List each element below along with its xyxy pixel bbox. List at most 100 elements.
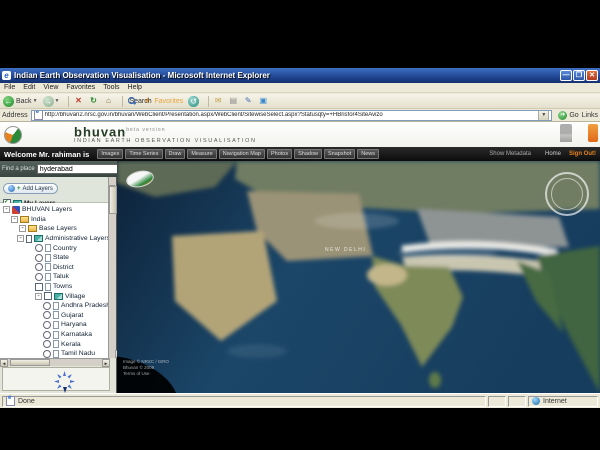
tree-item-tamil-nadu[interactable]: Tamil Nadu — [0, 349, 110, 358]
expander-icon[interactable]: - — [35, 293, 42, 300]
checkbox[interactable] — [26, 235, 32, 243]
nav-images[interactable]: Images — [97, 149, 123, 159]
radio-button[interactable] — [35, 254, 43, 262]
scroll-left-icon[interactable]: ◄ — [0, 359, 8, 367]
menu-edit[interactable]: Edit — [23, 84, 35, 91]
pan-arrow-icon[interactable] — [63, 371, 66, 376]
messenger-button[interactable]: ▣ — [258, 96, 268, 106]
radio-button[interactable] — [35, 263, 43, 271]
hscroll-thumb[interactable] — [10, 359, 50, 366]
pan-arrow-icon[interactable] — [67, 384, 73, 390]
tree-item-bhuvan-layers[interactable]: - BHUVAN Layers — [0, 205, 110, 215]
nav-snapshot[interactable]: Snapshot — [324, 149, 355, 159]
back-button[interactable]: ←Back▼ — [3, 96, 38, 107]
checkbox[interactable] — [35, 283, 43, 291]
stop-button[interactable]: ✕ — [73, 96, 83, 106]
map-viewport[interactable]: NEW DELHI Image © NRSC / ISROBhuvan © 20… — [117, 161, 600, 393]
pan-arrow-icon[interactable] — [56, 384, 62, 390]
home-link[interactable]: Home — [545, 151, 561, 157]
back-dropdown-icon[interactable]: ▼ — [33, 98, 38, 104]
tree-item-gujarat[interactable]: Gujarat — [0, 311, 110, 321]
maximize-button[interactable]: ❐ — [573, 70, 585, 81]
nav-draw[interactable]: Draw — [165, 149, 186, 159]
tree-vertical-scrollbar[interactable]: ▲ ▼ — [108, 177, 116, 358]
links-label[interactable]: Links — [582, 112, 598, 119]
expander-icon[interactable]: - — [11, 216, 18, 223]
address-url[interactable]: http://bhuvan2.nrsc.gov.in/bhuvan/WebCli… — [45, 112, 539, 118]
nav-time-series[interactable]: Time Series — [125, 149, 162, 159]
nav-shadow[interactable]: Shadow — [294, 149, 322, 159]
pan-compass[interactable] — [53, 369, 75, 391]
tree-item-andhra-pradesh[interactable]: Andhra Pradesh — [0, 301, 110, 311]
radio-button[interactable] — [43, 331, 51, 339]
tree-item-label: Base Layers — [39, 225, 77, 232]
expander-icon[interactable]: - — [19, 225, 26, 232]
checkbox[interactable] — [44, 292, 52, 300]
tree-item-karnataka[interactable]: Karnataka — [0, 330, 110, 340]
back-label: Back — [16, 98, 32, 105]
bhuvan-wordmark: bhuvanbeta version INDIAN EARTH OBSERVAT… — [74, 125, 257, 143]
pan-arrow-icon[interactable] — [54, 380, 59, 383]
address-dropdown-icon[interactable]: ▼ — [538, 110, 549, 121]
pan-arrow-icon[interactable] — [70, 380, 75, 383]
tree-item-district[interactable]: District — [0, 263, 110, 273]
search-button[interactable]: Search — [127, 96, 137, 106]
pan-arrow-icon[interactable] — [67, 373, 73, 379]
radio-button[interactable] — [35, 244, 43, 252]
tree-item-village[interactable]: -Village — [0, 291, 110, 301]
scroll-right-icon[interactable]: ► — [102, 359, 110, 367]
india-emblem-icon — [560, 124, 572, 142]
forward-button[interactable]: →▼ — [43, 96, 60, 107]
radio-button[interactable] — [43, 311, 51, 319]
menu-tools[interactable]: Tools — [103, 84, 119, 91]
tree-item-kerala[interactable]: Kerala — [0, 339, 110, 349]
home-button[interactable]: ⌂ — [103, 96, 113, 106]
radio-button[interactable] — [35, 273, 43, 281]
tree-item-base-layers[interactable]: - Base Layers — [0, 224, 110, 234]
nav-photos[interactable]: Photos — [267, 149, 292, 159]
bhuvan-navbar: Welcome Mr. rahiman is ImagesTime Series… — [0, 147, 600, 161]
tree-item-state[interactable]: State — [0, 253, 110, 263]
radio-button[interactable] — [43, 302, 51, 310]
tree-item-country[interactable]: Country — [0, 243, 110, 253]
nav-news[interactable]: News — [357, 149, 379, 159]
signout-link[interactable]: Sign Out! — [569, 151, 596, 157]
print-button[interactable]: ▤ — [228, 96, 238, 106]
tree-horizontal-scrollbar[interactable]: ◄ ► — [0, 358, 110, 366]
pan-arrow-icon[interactable] — [56, 373, 62, 379]
menu-view[interactable]: View — [43, 84, 58, 91]
tree-item-taluk[interactable]: Taluk — [0, 272, 110, 282]
tree-item-label: Kerala — [61, 341, 81, 348]
edit-button[interactable]: ✎ — [243, 96, 253, 106]
refresh-button[interactable]: ↻ — [88, 96, 98, 106]
compass-ring[interactable] — [545, 172, 589, 216]
vscroll-thumb[interactable] — [109, 186, 117, 214]
address-field[interactable]: http://bhuvan2.nrsc.gov.in/bhuvan/WebCli… — [31, 110, 553, 121]
minimize-button[interactable]: — — [560, 70, 572, 81]
title-bar[interactable]: e Indian Earth Observation Visualisation… — [0, 68, 600, 83]
nav-navigation-map[interactable]: Navigation Map — [219, 149, 265, 159]
tree-item-india[interactable]: -India — [0, 215, 110, 225]
mail-button[interactable]: ✉ — [213, 96, 223, 106]
tree-item-haryana[interactable]: Haryana — [0, 320, 110, 330]
close-button[interactable]: ✕ — [586, 70, 598, 81]
menu-file[interactable]: File — [4, 84, 15, 91]
tree-item-administrative-layers[interactable]: -Administrative Layers — [0, 234, 110, 244]
menu-favorites[interactable]: Favorites — [66, 84, 95, 91]
expander-icon[interactable]: - — [3, 206, 10, 213]
mail-icon: ✉ — [213, 96, 223, 106]
menu-help[interactable]: Help — [128, 84, 142, 91]
nav-measure[interactable]: Measure — [187, 149, 216, 159]
radio-button[interactable] — [43, 321, 51, 329]
add-layers-button[interactable]: + Add Layers — [3, 183, 58, 194]
tree-item-label: BHUVAN Layers — [22, 206, 72, 213]
expander-icon[interactable]: - — [17, 235, 24, 242]
messenger-icon: ▣ — [258, 96, 268, 106]
go-button[interactable]: ➜ Go — [558, 111, 578, 120]
forward-dropdown-icon[interactable]: ▼ — [55, 98, 60, 104]
tree-item-towns[interactable]: Towns — [0, 282, 110, 292]
radio-button[interactable] — [43, 340, 51, 348]
radio-button[interactable] — [43, 350, 51, 358]
show-metadata-link[interactable]: Show Metadata — [489, 151, 531, 157]
history-button[interactable]: ↺ — [188, 96, 199, 107]
